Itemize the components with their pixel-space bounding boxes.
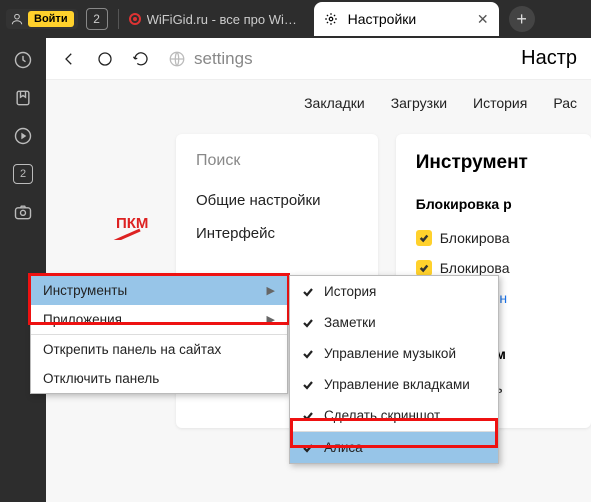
check-icon (302, 442, 314, 454)
browser-sidebar: 2 (0, 38, 46, 502)
sidebar-context-menu: Инструменты ▶ Приложения ▶ Открепить пан… (30, 275, 288, 394)
check-icon (302, 348, 314, 360)
tab-title: Настройки (348, 11, 417, 27)
address-text: settings (194, 49, 253, 69)
card-title: Инструмент (416, 152, 571, 174)
settings-nav: Закладки Загрузки История Рас (46, 80, 591, 126)
reload-icon[interactable] (132, 50, 150, 68)
submenu-item-label: Управление вкладками (324, 377, 470, 392)
card-item[interactable]: Интерфейс (196, 225, 358, 242)
active-tab[interactable]: Настройки ✕ (314, 2, 499, 36)
close-icon[interactable]: ✕ (477, 11, 489, 28)
tab-count-badge[interactable]: 2 (86, 8, 108, 30)
tab-title: WiFiGid.ru - все про WiFi и (147, 12, 302, 27)
ctx-item-tools[interactable]: Инструменты ▶ (31, 276, 287, 305)
gear-icon (324, 12, 338, 26)
submenu-item-tabs[interactable]: Управление вкладками (290, 369, 498, 400)
checkbox-label: Блокирова (440, 260, 510, 276)
checkbox-icon (416, 260, 432, 276)
submenu-item-history[interactable]: История (290, 276, 498, 307)
clock-icon[interactable] (13, 50, 33, 70)
browser-toolbar: settings Настр (46, 38, 591, 80)
nav-item-downloads[interactable]: Загрузки (391, 95, 447, 111)
ctx-item-label: Приложения (43, 312, 122, 327)
submenu-item-music[interactable]: Управление музыкой (290, 338, 498, 369)
tools-submenu: История Заметки Управление музыкой Управ… (289, 275, 499, 464)
browser-tab-strip: Войти 2 WiFiGid.ru - все про WiFi и Наст… (0, 0, 591, 38)
check-icon (302, 410, 314, 422)
nav-item-extensions[interactable]: Рас (553, 95, 577, 111)
card-item[interactable]: Общие настройки (196, 192, 358, 209)
submenu-item-label: Сделать скриншот (324, 408, 440, 423)
ctx-item-unpin[interactable]: Открепить панель на сайтах (31, 335, 287, 364)
login-button[interactable]: Войти (28, 11, 74, 27)
bookmark-icon[interactable] (13, 88, 33, 108)
checkbox-icon (416, 230, 432, 246)
address-bar[interactable]: settings (168, 49, 503, 69)
submenu-item-screenshot[interactable]: Сделать скриншот (290, 400, 498, 431)
submenu-item-notes[interactable]: Заметки (290, 307, 498, 338)
checkbox-row[interactable]: Блокирова (416, 260, 571, 276)
nav-item-history[interactable]: История (473, 95, 527, 111)
submenu-item-label: Управление музыкой (324, 346, 456, 361)
camera-icon[interactable] (13, 202, 33, 222)
checkbox-label: Блокирова (440, 230, 510, 246)
annotation-label: ПКМ (116, 215, 148, 232)
ctx-item-apps[interactable]: Приложения ▶ (31, 305, 287, 334)
tabs-box-icon[interactable]: 2 (13, 164, 33, 184)
ctx-item-label: Отключить панель (43, 371, 159, 386)
nav-item-bookmarks[interactable]: Закладки (304, 95, 365, 111)
back-icon[interactable] (60, 50, 78, 68)
check-icon (302, 379, 314, 391)
background-tab[interactable]: WiFiGid.ru - все про WiFi и (129, 12, 302, 27)
submenu-item-label: Заметки (324, 315, 376, 330)
submenu-item-label: История (324, 284, 376, 299)
chevron-right-icon: ▶ (267, 284, 275, 297)
new-tab-button[interactable]: + (509, 6, 535, 32)
submenu-item-alisa[interactable]: Алиса (290, 432, 498, 463)
ctx-item-label: Инструменты (43, 283, 127, 298)
checkbox-row[interactable]: Блокирова (416, 230, 571, 246)
play-icon[interactable] (13, 126, 33, 146)
globe-icon (168, 50, 186, 68)
page-heading: Настр (521, 47, 577, 70)
card-title: Поиск (196, 152, 358, 170)
submenu-item-label: Алиса (324, 440, 363, 455)
profile-badge[interactable]: Войти (6, 9, 78, 29)
ctx-item-disable[interactable]: Отключить панель (31, 364, 287, 393)
check-icon (302, 286, 314, 298)
chevron-right-icon: ▶ (267, 313, 275, 326)
wifi-favicon-icon (129, 13, 141, 25)
subsection-title: Блокировка р (416, 196, 571, 212)
ctx-item-label: Открепить панель на сайтах (43, 342, 221, 357)
yandex-ring-icon[interactable] (96, 50, 114, 68)
separator (118, 9, 119, 29)
check-icon (302, 317, 314, 329)
